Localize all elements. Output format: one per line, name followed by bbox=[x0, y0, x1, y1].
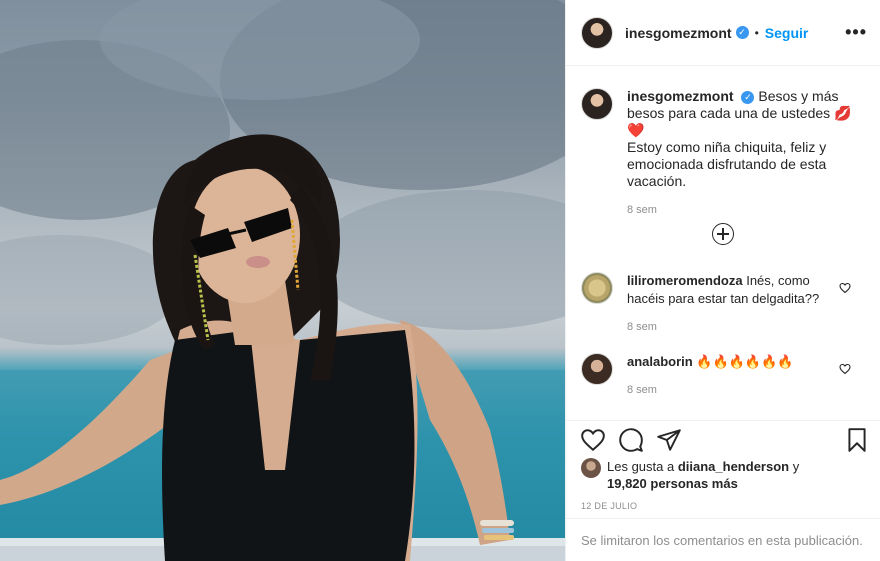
paper-plane-icon[interactable] bbox=[656, 427, 682, 453]
likes-summary: Les gusta a diiana_henderson y 19,820 pe… bbox=[581, 458, 799, 492]
post-date[interactable]: 12 DE JULIO bbox=[581, 501, 637, 511]
comments-limited-notice: Se limitaron los comentarios en esta pub… bbox=[566, 518, 880, 561]
commenter-avatar[interactable] bbox=[581, 353, 613, 385]
liker-username[interactable]: diiana_henderson bbox=[678, 459, 789, 474]
comment-body: analaborin 🔥🔥🔥🔥🔥🔥 8 sem bbox=[627, 353, 837, 399]
author-username[interactable]: inesgomezmont bbox=[625, 25, 732, 41]
post-sidebar: inesgomezmont ✓ • Seguir ••• inesgomezmo… bbox=[565, 0, 880, 561]
heart-outline-icon[interactable] bbox=[839, 282, 851, 294]
comment-item: liliromeromendoza Inés, como hacéis para… bbox=[581, 272, 871, 336]
likes-text: Les gusta a diiana_henderson y 19,820 pe… bbox=[607, 458, 799, 492]
caption-body: inesgomezmont ✓ Besos y más besos para c… bbox=[627, 88, 857, 219]
comment-item: analaborin 🔥🔥🔥🔥🔥🔥 8 sem bbox=[581, 353, 871, 399]
caption-username[interactable]: inesgomezmont bbox=[627, 88, 734, 104]
heart-outline-icon[interactable] bbox=[839, 363, 851, 375]
likes-joiner: y bbox=[792, 459, 800, 474]
more-options-icon[interactable]: ••• bbox=[845, 22, 867, 43]
post-photo[interactable] bbox=[0, 0, 565, 561]
post-caption: inesgomezmont ✓ Besos y más besos para c… bbox=[581, 88, 871, 219]
separator-dot: • bbox=[754, 25, 759, 40]
author-avatar[interactable] bbox=[581, 16, 613, 49]
comment-text: 🔥🔥🔥🔥🔥🔥 bbox=[696, 354, 794, 369]
bookmark-icon[interactable] bbox=[844, 427, 870, 453]
comment-bubble-icon[interactable] bbox=[618, 427, 644, 453]
verified-badge-icon: ✓ bbox=[735, 26, 749, 39]
verified-badge-icon: ✓ bbox=[741, 90, 755, 104]
likes-prefix: Les gusta a bbox=[607, 459, 675, 474]
comment-username[interactable]: liliromeromendoza bbox=[627, 273, 743, 288]
comment-username[interactable]: analaborin bbox=[627, 354, 693, 369]
comment-time[interactable]: 8 sem bbox=[627, 318, 837, 336]
post-header: inesgomezmont ✓ • Seguir ••• bbox=[566, 0, 880, 66]
commenter-avatar[interactable] bbox=[581, 272, 613, 304]
post-photo-illustration bbox=[0, 0, 565, 561]
comment-body: liliromeromendoza Inés, como hacéis para… bbox=[627, 272, 837, 336]
likes-count[interactable]: 19,820 personas más bbox=[607, 476, 738, 491]
post-actions: Les gusta a diiana_henderson y 19,820 pe… bbox=[566, 420, 880, 561]
caption-text-line2: Estoy como niña chiquita, feliz y emocio… bbox=[627, 139, 827, 189]
caption-time[interactable]: 8 sem bbox=[627, 202, 857, 219]
comment-time[interactable]: 8 sem bbox=[627, 381, 837, 399]
comments-section: inesgomezmont ✓ Besos y más besos para c… bbox=[566, 66, 880, 420]
instagram-post: inesgomezmont ✓ • Seguir ••• inesgomezmo… bbox=[0, 0, 880, 561]
liker-avatar[interactable] bbox=[581, 458, 601, 478]
plus-circle-icon[interactable] bbox=[712, 223, 734, 245]
caption-avatar[interactable] bbox=[581, 88, 613, 120]
heart-outline-icon[interactable] bbox=[580, 427, 606, 453]
follow-button[interactable]: Seguir bbox=[765, 25, 809, 41]
